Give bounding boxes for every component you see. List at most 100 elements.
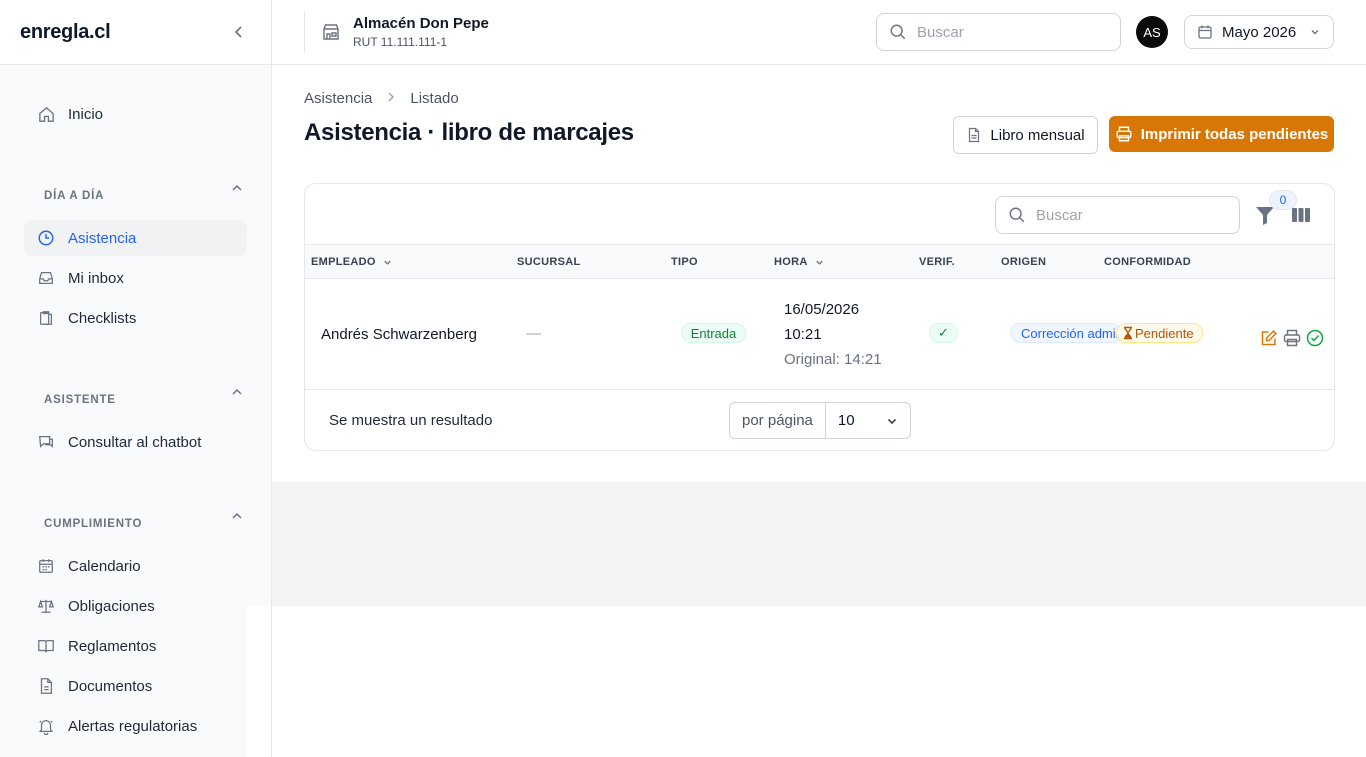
sidebar-item-label: Inicio <box>68 105 104 123</box>
chevron-up-icon[interactable] <box>229 508 245 524</box>
per-page-label: por página <box>730 403 826 438</box>
sidebar-item-label: Checklists <box>68 309 137 327</box>
bell-icon <box>36 716 56 736</box>
table-row[interactable]: Andrés Schwarzenberg — Entrada 16/05/202… <box>305 279 1334 390</box>
column-header-empleado[interactable]: EMPLEADO <box>311 256 393 268</box>
sidebar-item-label: Alertas regulatorias <box>68 717 198 735</box>
column-label: EMPLEADO <box>311 256 376 268</box>
sidebar-item-checklists[interactable]: Checklists <box>24 300 247 336</box>
content-background <box>272 482 1366 606</box>
sidebar: enregla.cl Inicio DÍA A DÍA Asistencia M… <box>0 0 272 757</box>
period-label: Mayo 2026 <box>1222 23 1297 41</box>
sidebar-item-label: Mi inbox <box>68 269 124 287</box>
breadcrumb: Asistencia Listado <box>304 90 459 107</box>
printer-icon[interactable] <box>1283 329 1301 347</box>
column-header-verif: VERIF. <box>919 256 956 268</box>
store-icon <box>321 22 341 42</box>
document-icon <box>969 127 980 143</box>
sidebar-item-documentos[interactable]: Documentos <box>24 668 247 704</box>
section-title-asistente: ASISTENTE <box>44 394 116 406</box>
breadcrumb-listado: Listado <box>410 90 459 107</box>
main-content: Asistencia Listado Asistencia · libro de… <box>272 65 1366 482</box>
conformity-label: Pendiente <box>1135 325 1194 341</box>
print-all-pending-button[interactable]: Imprimir todas pendientes <box>1109 116 1334 152</box>
columns-icon[interactable] <box>1291 206 1311 224</box>
punch-date: 16/05/2026 <box>784 301 860 318</box>
check-circle-icon[interactable] <box>1306 329 1324 347</box>
printer-icon <box>1116 126 1132 142</box>
sidebar-item-inicio[interactable]: Inicio <box>24 96 247 132</box>
hourglass-icon <box>1124 326 1132 340</box>
breadcrumb-asistencia[interactable]: Asistencia <box>304 90 372 107</box>
section-title-cumplimiento: CUMPLIMIENTO <box>44 518 143 530</box>
company-rut: RUT 11.111.111-1 <box>353 35 448 49</box>
calendar-icon <box>1198 25 1212 39</box>
global-search-input[interactable] <box>917 23 1097 41</box>
sidebar-item-asistencia[interactable]: Asistencia <box>24 220 247 256</box>
avatar[interactable]: AS <box>1136 16 1168 48</box>
inbox-icon <box>36 268 56 288</box>
chevron-down-icon <box>887 418 897 424</box>
table-search-input[interactable] <box>1036 206 1216 224</box>
sidebar-item-label: Documentos <box>68 677 153 695</box>
per-page-select[interactable]: 10 <box>826 412 910 429</box>
search-icon <box>1009 207 1025 223</box>
topbar: Almacén Don Pepe RUT 11.111.111-1 AS May… <box>272 0 1366 65</box>
company-name: Almacén Don Pepe <box>353 15 489 32</box>
sidebar-item-calendario[interactable]: Calendario <box>24 548 247 584</box>
attendance-table-card: 0 EMPLEADO SUCURSAL TIPO HORA VERIF. ORI… <box>304 183 1335 451</box>
conformity-badge: Pendiente <box>1116 323 1203 343</box>
chevron-down-icon <box>1311 30 1319 35</box>
type-badge: Entrada <box>681 323 746 343</box>
table-header: EMPLEADO SUCURSAL TIPO HORA VERIF. ORIGE… <box>305 244 1334 279</box>
chat-icon <box>36 432 56 452</box>
sidebar-gap <box>247 606 271 757</box>
scale-icon <box>36 596 56 616</box>
search-icon <box>890 24 906 40</box>
home-icon <box>36 104 56 124</box>
column-header-tipo: TIPO <box>671 256 698 268</box>
chevron-down-icon[interactable] <box>814 257 825 268</box>
original-time: Original: 14:21 <box>784 351 882 368</box>
result-count-text: Se muestra un resultado <box>329 412 493 429</box>
collapse-sidebar-button[interactable] <box>227 20 251 44</box>
sidebar-item-label: Consultar al chatbot <box>68 433 202 451</box>
table-search[interactable] <box>995 196 1240 234</box>
sidebar-item-label: Calendario <box>68 557 141 575</box>
sidebar-item-mi-inbox[interactable]: Mi inbox <box>24 260 247 296</box>
chevron-up-icon[interactable] <box>229 384 245 400</box>
monthly-book-label: Libro mensual <box>990 126 1085 144</box>
period-selector[interactable]: Mayo 2026 <box>1184 15 1334 49</box>
per-page-selector[interactable]: por página 10 <box>729 402 911 439</box>
column-header-origen: ORIGEN <box>1001 256 1047 268</box>
document-icon <box>36 676 56 696</box>
calendar-icon <box>36 556 56 576</box>
book-open-icon <box>36 636 56 656</box>
sidebar-item-chatbot[interactable]: Consultar al chatbot <box>24 424 247 460</box>
sidebar-item-alertas[interactable]: Alertas regulatorias <box>24 708 247 744</box>
column-label: HORA <box>774 256 808 268</box>
column-header-sucursal: SUCURSAL <box>517 256 581 268</box>
print-all-pending-label: Imprimir todas pendientes <box>1140 125 1329 143</box>
chevron-up-icon[interactable] <box>229 180 245 196</box>
company-selector[interactable]: Almacén Don Pepe RUT 11.111.111-1 <box>304 10 489 54</box>
sidebar-item-label: Reglamentos <box>68 637 157 655</box>
column-header-hora[interactable]: HORA <box>774 256 825 268</box>
page-title: Asistencia · libro de marcajes <box>304 119 634 146</box>
section-title-dia-a-dia: DÍA A DÍA <box>44 190 105 202</box>
sidebar-item-obligaciones[interactable]: Obligaciones <box>24 588 247 624</box>
edit-icon[interactable] <box>1260 329 1278 347</box>
punch-time: 10:21 <box>784 326 822 343</box>
monthly-book-button[interactable]: Libro mensual <box>953 116 1098 154</box>
global-search[interactable] <box>876 13 1121 51</box>
sidebar-item-label: Obligaciones <box>68 597 155 615</box>
sidebar-header: enregla.cl <box>0 0 271 65</box>
sidebar-item-label: Asistencia <box>68 229 137 247</box>
sidebar-item-reglamentos[interactable]: Reglamentos <box>24 628 247 664</box>
clock-icon <box>36 228 56 248</box>
chevron-left-icon <box>234 26 242 38</box>
employee-name: Andrés Schwarzenberg <box>321 326 477 343</box>
clipboard-icon <box>36 308 56 328</box>
chevron-down-icon[interactable] <box>382 257 393 268</box>
brand-logo[interactable]: enregla.cl <box>20 21 111 44</box>
